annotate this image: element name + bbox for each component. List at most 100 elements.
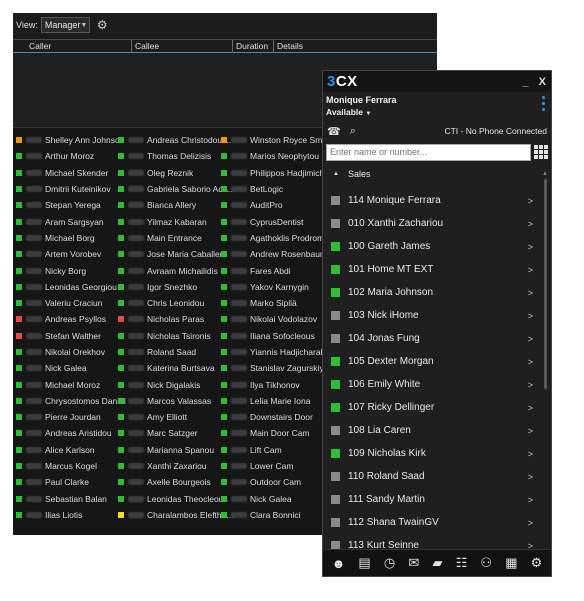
scrollbar[interactable]: ▲: [542, 171, 548, 551]
extension-item[interactable]: Oleg Reznik: [118, 165, 235, 181]
extension-item[interactable]: Dmitrii Kuteinikov: [16, 181, 126, 197]
contact-item[interactable]: 112 Shana TwainGV >: [323, 511, 539, 534]
extension-item[interactable]: Chris Leonidou: [118, 295, 235, 311]
dialpad-icon[interactable]: [534, 145, 548, 159]
extension-item[interactable]: Andreas Christodoul...: [118, 132, 235, 148]
call-log-icon[interactable]: ▤: [358, 555, 370, 571]
phone-icon[interactable]: ☎: [327, 125, 341, 138]
extension-item[interactable]: Arthur Moroz: [16, 148, 126, 164]
extension-item[interactable]: Jose Maria Caballero: [118, 246, 235, 262]
search-input[interactable]: [326, 143, 531, 161]
extension-item[interactable]: Marianna Spanou: [118, 442, 235, 458]
chevron-right-icon[interactable]: >: [528, 495, 539, 505]
extension-item[interactable]: Marc Satzger: [118, 425, 235, 441]
chevron-right-icon[interactable]: >: [528, 219, 539, 229]
minimize-button[interactable]: _: [523, 76, 529, 88]
extension-item[interactable]: Stefan Walther: [16, 328, 126, 344]
extension-item[interactable]: Bianca Allery: [118, 197, 235, 213]
extension-item[interactable]: Nicholas Paras: [118, 311, 235, 327]
column-caller[interactable]: Caller: [26, 41, 51, 51]
extension-item[interactable]: Amy Elliott: [118, 409, 235, 425]
extension-item[interactable]: Ilias Liotis: [16, 507, 126, 523]
presence-icon[interactable]: ☷: [456, 555, 468, 571]
contact-item[interactable]: 110 Roland Saad >: [323, 465, 539, 488]
contact-item[interactable]: 106 Emily White >: [323, 373, 539, 396]
extension-item[interactable]: Michael Borg: [16, 230, 126, 246]
chevron-right-icon[interactable]: >: [528, 472, 539, 482]
column-duration[interactable]: Duration: [233, 41, 268, 51]
chevron-right-icon[interactable]: >: [528, 403, 539, 413]
extension-item[interactable]: Pierre Jourdan: [16, 409, 126, 425]
chat-icon[interactable]: ▰: [432, 555, 442, 571]
extension-item[interactable]: Main Entrance: [118, 230, 235, 246]
extension-item[interactable]: Andreas Aristidou: [16, 425, 126, 441]
contact-item[interactable]: 107 Ricky Dellinger >: [323, 396, 539, 419]
chevron-right-icon[interactable]: >: [528, 380, 539, 390]
extension-item[interactable]: Nikolai Orekhov: [16, 344, 126, 360]
contact-item[interactable]: 104 Jonas Fung >: [323, 327, 539, 350]
column-callee[interactable]: Callee: [132, 41, 159, 51]
chevron-right-icon[interactable]: >: [528, 311, 539, 321]
chevron-right-icon[interactable]: >: [528, 196, 539, 206]
scroll-up-icon[interactable]: ▲: [542, 171, 548, 177]
extension-item[interactable]: Roland Saad: [118, 344, 235, 360]
contact-item[interactable]: 114 Monique Ferrara >: [323, 189, 539, 212]
contact-item[interactable]: 101 Home MT EXT >: [323, 258, 539, 281]
history-icon[interactable]: ◷: [384, 555, 395, 571]
extension-item[interactable]: Charalambos Elefthe...: [118, 507, 235, 523]
extension-item[interactable]: Sebastian Balan: [16, 491, 126, 507]
view-select[interactable]: Manager ▼: [40, 17, 90, 33]
chevron-right-icon[interactable]: >: [528, 357, 539, 367]
extension-item[interactable]: Yilmaz Kabaran: [118, 213, 235, 229]
switchboard-icon[interactable]: ▦: [505, 555, 517, 571]
contact-item[interactable]: 103 Nick iHome >: [323, 304, 539, 327]
extension-item[interactable]: Alice Karlson: [16, 442, 126, 458]
extension-item[interactable]: Nick Digalakis: [118, 376, 235, 392]
extension-item[interactable]: Michael Skender: [16, 165, 126, 181]
extension-item[interactable]: Aram Sargsyan: [16, 213, 126, 229]
settings-icon[interactable]: ⚙: [531, 555, 543, 571]
extension-item[interactable]: Leonidas Georgiou: [16, 279, 126, 295]
contact-item[interactable]: 105 Dexter Morgan >: [323, 350, 539, 373]
contact-item[interactable]: 102 Maria Johnson >: [323, 281, 539, 304]
extension-item[interactable]: Chrysostomos Daniel: [16, 393, 126, 409]
extension-item[interactable]: Gabriela Saborio Ada...: [118, 181, 235, 197]
extension-item[interactable]: Shelley Ann Johnson: [16, 132, 126, 148]
extension-item[interactable]: Nick Galea: [16, 360, 126, 376]
close-button[interactable]: X: [539, 76, 546, 88]
chevron-right-icon[interactable]: >: [528, 518, 539, 528]
extension-item[interactable]: Marcus Kogel: [16, 458, 126, 474]
chevron-right-icon[interactable]: >: [528, 334, 539, 344]
column-details[interactable]: Details: [274, 41, 303, 51]
contact-item[interactable]: 100 Gareth James >: [323, 235, 539, 258]
chevron-right-icon[interactable]: >: [528, 265, 539, 275]
extension-item[interactable]: Artem Vorobev: [16, 246, 126, 262]
extension-item[interactable]: Xanthi Zaxariou: [118, 458, 235, 474]
contact-item[interactable]: 109 Nicholas Kirk >: [323, 442, 539, 465]
gear-icon[interactable]: ⚙: [97, 18, 108, 32]
status-select[interactable]: Available ▼: [326, 107, 547, 117]
scroll-thumb[interactable]: [543, 179, 547, 389]
chevron-right-icon[interactable]: >: [528, 288, 539, 298]
contact-item[interactable]: 108 Lia Caren >: [323, 419, 539, 442]
extension-item[interactable]: Igor Snezhko: [118, 279, 235, 295]
extension-item[interactable]: Axelle Bourgeois: [118, 474, 235, 490]
extension-item[interactable]: Marcos Valassas: [118, 393, 235, 409]
more-options-icon[interactable]: [542, 96, 545, 111]
contact-item[interactable]: 010 Xanthi Zachariou >: [323, 212, 539, 235]
chevron-right-icon[interactable]: >: [528, 426, 539, 436]
conference-icon[interactable]: ⚇: [480, 555, 492, 571]
extension-item[interactable]: Avraam Michailidis: [118, 262, 235, 278]
extension-item[interactable]: Leonidas Theocleous: [118, 491, 235, 507]
extension-item[interactable]: Andreas Psyllos: [16, 311, 126, 327]
extension-item[interactable]: Katerina Burtsava: [118, 360, 235, 376]
extension-item[interactable]: Nicholas Tsironis: [118, 328, 235, 344]
voicemail-icon[interactable]: ✉: [408, 555, 419, 571]
extension-item[interactable]: Valeriu Craciun: [16, 295, 126, 311]
contacts-icon[interactable]: ☻: [332, 556, 346, 571]
search-icon[interactable]: ⌕: [350, 125, 356, 138]
chevron-right-icon[interactable]: >: [528, 449, 539, 459]
extension-item[interactable]: Thomas Delizisis: [118, 148, 235, 164]
group-header[interactable]: ▲ Sales: [323, 164, 551, 184]
extension-item[interactable]: Nicky Borg: [16, 262, 126, 278]
